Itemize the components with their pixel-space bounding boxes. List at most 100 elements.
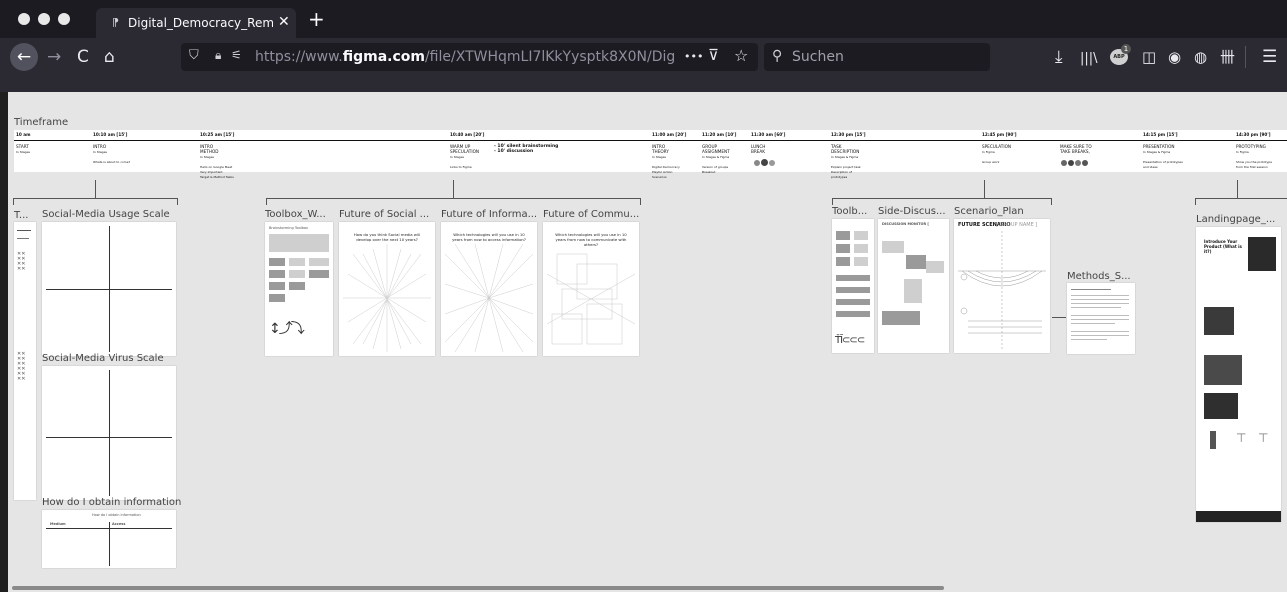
content-image <box>1204 393 1238 419</box>
library-icon[interactable]: |||\ <box>1080 49 1098 69</box>
group-bracket <box>13 198 178 205</box>
content-image <box>1204 355 1242 385</box>
scenario-plan-frame[interactable]: FUTURE SCENARIO [ GROUP NAME ] <box>954 219 1050 353</box>
food-icon <box>1075 160 1081 166</box>
download-icon[interactable]: ⤓ <box>1055 47 1063 67</box>
timeline-strip[interactable]: 10 am START In Stages 10:10 am [15'] INTRO I… <box>14 130 1287 179</box>
scenario-diagram <box>958 231 1046 349</box>
text-line <box>1071 319 1129 320</box>
back-icon[interactable]: ← <box>10 43 38 71</box>
arrow-icons: ↕⤴⤵ <box>269 321 305 337</box>
landing-footer <box>1196 511 1281 522</box>
text-line <box>17 230 31 231</box>
side-frame[interactable]: ✕✕ ✕✕ ✕✕ ✕✕ ✕✕ ✕✕ ✕✕ ✕✕ ✕✕ ✕✕ <box>14 222 36 500</box>
timeline-rule <box>14 140 1287 141</box>
shield-icon[interactable]: ⛉ <box>189 48 199 63</box>
frame-label: Social-Media Virus Scale <box>42 353 164 364</box>
obtain-info-frame[interactable]: How do I obtain information Medium Acces… <box>42 510 176 568</box>
text-line <box>1071 339 1107 340</box>
group-bracket <box>832 198 1052 205</box>
text-line <box>1071 315 1129 316</box>
connector-line <box>984 180 985 198</box>
group-name-title: [ GROUP NAME ] <box>996 222 1038 228</box>
figma-header-area <box>0 76 1287 92</box>
content-image <box>1204 307 1234 335</box>
search-box[interactable]: ⚲ Suchen <box>764 43 990 71</box>
browser-tab[interactable]: ⁋ Digital_Democracy_Remote-Wo ✕ <box>96 8 296 38</box>
side-discussion-frame[interactable]: DISCUSSION MONITOR [ <box>878 219 949 353</box>
text-line <box>1071 331 1129 332</box>
food-icon <box>1061 160 1067 166</box>
toolbox-block <box>289 282 305 290</box>
toolbox-block <box>269 258 285 266</box>
connector-line <box>95 180 96 198</box>
food-icon <box>769 160 775 166</box>
radial-lines-drawing <box>445 244 533 352</box>
forward-icon[interactable]: → <box>47 47 61 67</box>
toolbox-block <box>836 311 870 317</box>
future-social-frame[interactable]: How do you think Social media will devel… <box>339 222 435 356</box>
note-block <box>906 255 926 269</box>
note-block <box>882 311 920 325</box>
note-block <box>882 241 904 253</box>
menu-icon[interactable]: ☰ <box>1262 47 1277 67</box>
toolbox-block <box>854 244 868 253</box>
window-minimize-dot[interactable] <box>38 13 50 25</box>
virus-scale-frame[interactable] <box>42 366 176 500</box>
toolbox-block <box>289 258 305 266</box>
text-line <box>1071 335 1129 336</box>
reload-icon[interactable]: C <box>77 47 89 67</box>
extension-icon[interactable]: ◍ <box>1194 47 1207 67</box>
url-text[interactable]: https://www.figma.com/file/XTWHqmLI7lKkY… <box>255 49 675 65</box>
frame-label: Future of Informa... <box>441 209 538 220</box>
url-bar[interactable]: ⛉ 🔒︎ ⚟ https://www.figma.com/file/XTWHqm… <box>181 43 758 71</box>
frame-label: Future of Social ... <box>339 209 430 220</box>
window-close-dot[interactable] <box>18 13 30 25</box>
future-information-frame[interactable]: Which technologies will you use in 10 ye… <box>441 222 537 356</box>
home-icon[interactable]: ⌂ <box>104 47 115 67</box>
tab-title: Digital_Democracy_Remote-Wo <box>128 16 273 30</box>
obtain-col-medium: Medium <box>50 522 66 526</box>
frame-label: Toolbox_W... <box>265 209 326 220</box>
account-icon[interactable]: ◉ <box>1168 47 1181 67</box>
food-icon <box>1068 160 1074 166</box>
adblock-badge: 1 <box>1121 44 1131 54</box>
page-actions-icon[interactable]: ••• <box>684 50 703 63</box>
reader-view-icon[interactable]: ◫ <box>1142 47 1156 67</box>
figma-extension-icon[interactable]: 卌 <box>1220 47 1235 67</box>
toolbox-small-frame[interactable]: ŤĪ⊂⊂⊂ <box>832 219 874 353</box>
obtain-title: How do I obtain information <box>92 513 141 517</box>
horizontal-scrollbar[interactable] <box>12 586 944 590</box>
toolbox-block <box>854 257 868 266</box>
permissions-icon[interactable]: ⚟ <box>231 48 242 62</box>
toolbar-divider <box>1245 46 1246 68</box>
nav-toolbar: ← → C ⌂ ⛉ 🔒︎ ⚟ https://www.figma.com/fil… <box>0 38 1287 76</box>
toolbox-block <box>854 231 868 240</box>
bookmark-star-icon[interactable]: ☆ <box>734 46 748 65</box>
methods-frame[interactable] <box>1067 283 1135 354</box>
toolbox-frame[interactable]: Brainstorming Toolbox ↕⤴⤵ <box>265 222 333 356</box>
usage-scale-frame[interactable] <box>42 222 176 356</box>
product-image: ⊤ <box>1258 431 1269 445</box>
pocket-icon[interactable]: ⊽ <box>708 46 719 64</box>
toolbox-block <box>836 257 850 266</box>
frame-label: Side-Discus... <box>878 206 946 217</box>
text-line <box>1071 289 1111 290</box>
food-icon <box>761 159 768 166</box>
text-line <box>1071 307 1121 308</box>
toolbox-block <box>289 270 305 278</box>
grid-scribble-drawing <box>547 253 635 345</box>
new-tab-icon[interactable]: + <box>308 9 325 29</box>
lock-icon[interactable]: 🔒︎ <box>215 48 221 63</box>
figma-canvas[interactable]: Timeframe 10 am START In Stages 10:10 am [… <box>8 92 1287 592</box>
product-image <box>1210 431 1216 449</box>
tab-close-icon[interactable]: ✕ <box>278 14 290 30</box>
toolbox-block <box>836 299 870 305</box>
frame-label: Landingpage_... <box>1196 214 1276 225</box>
future-communication-frame[interactable]: Which technologies will you use in 10 ye… <box>543 222 639 356</box>
landingpage-frame[interactable]: Introduce Your Product (What is it?) ⊤ ⊤ <box>1196 227 1281 522</box>
text-line <box>1071 295 1129 296</box>
frame-label: Social-Media Usage Scale <box>42 209 170 220</box>
window-zoom-dot[interactable] <box>58 13 70 25</box>
axis-y <box>109 370 110 496</box>
